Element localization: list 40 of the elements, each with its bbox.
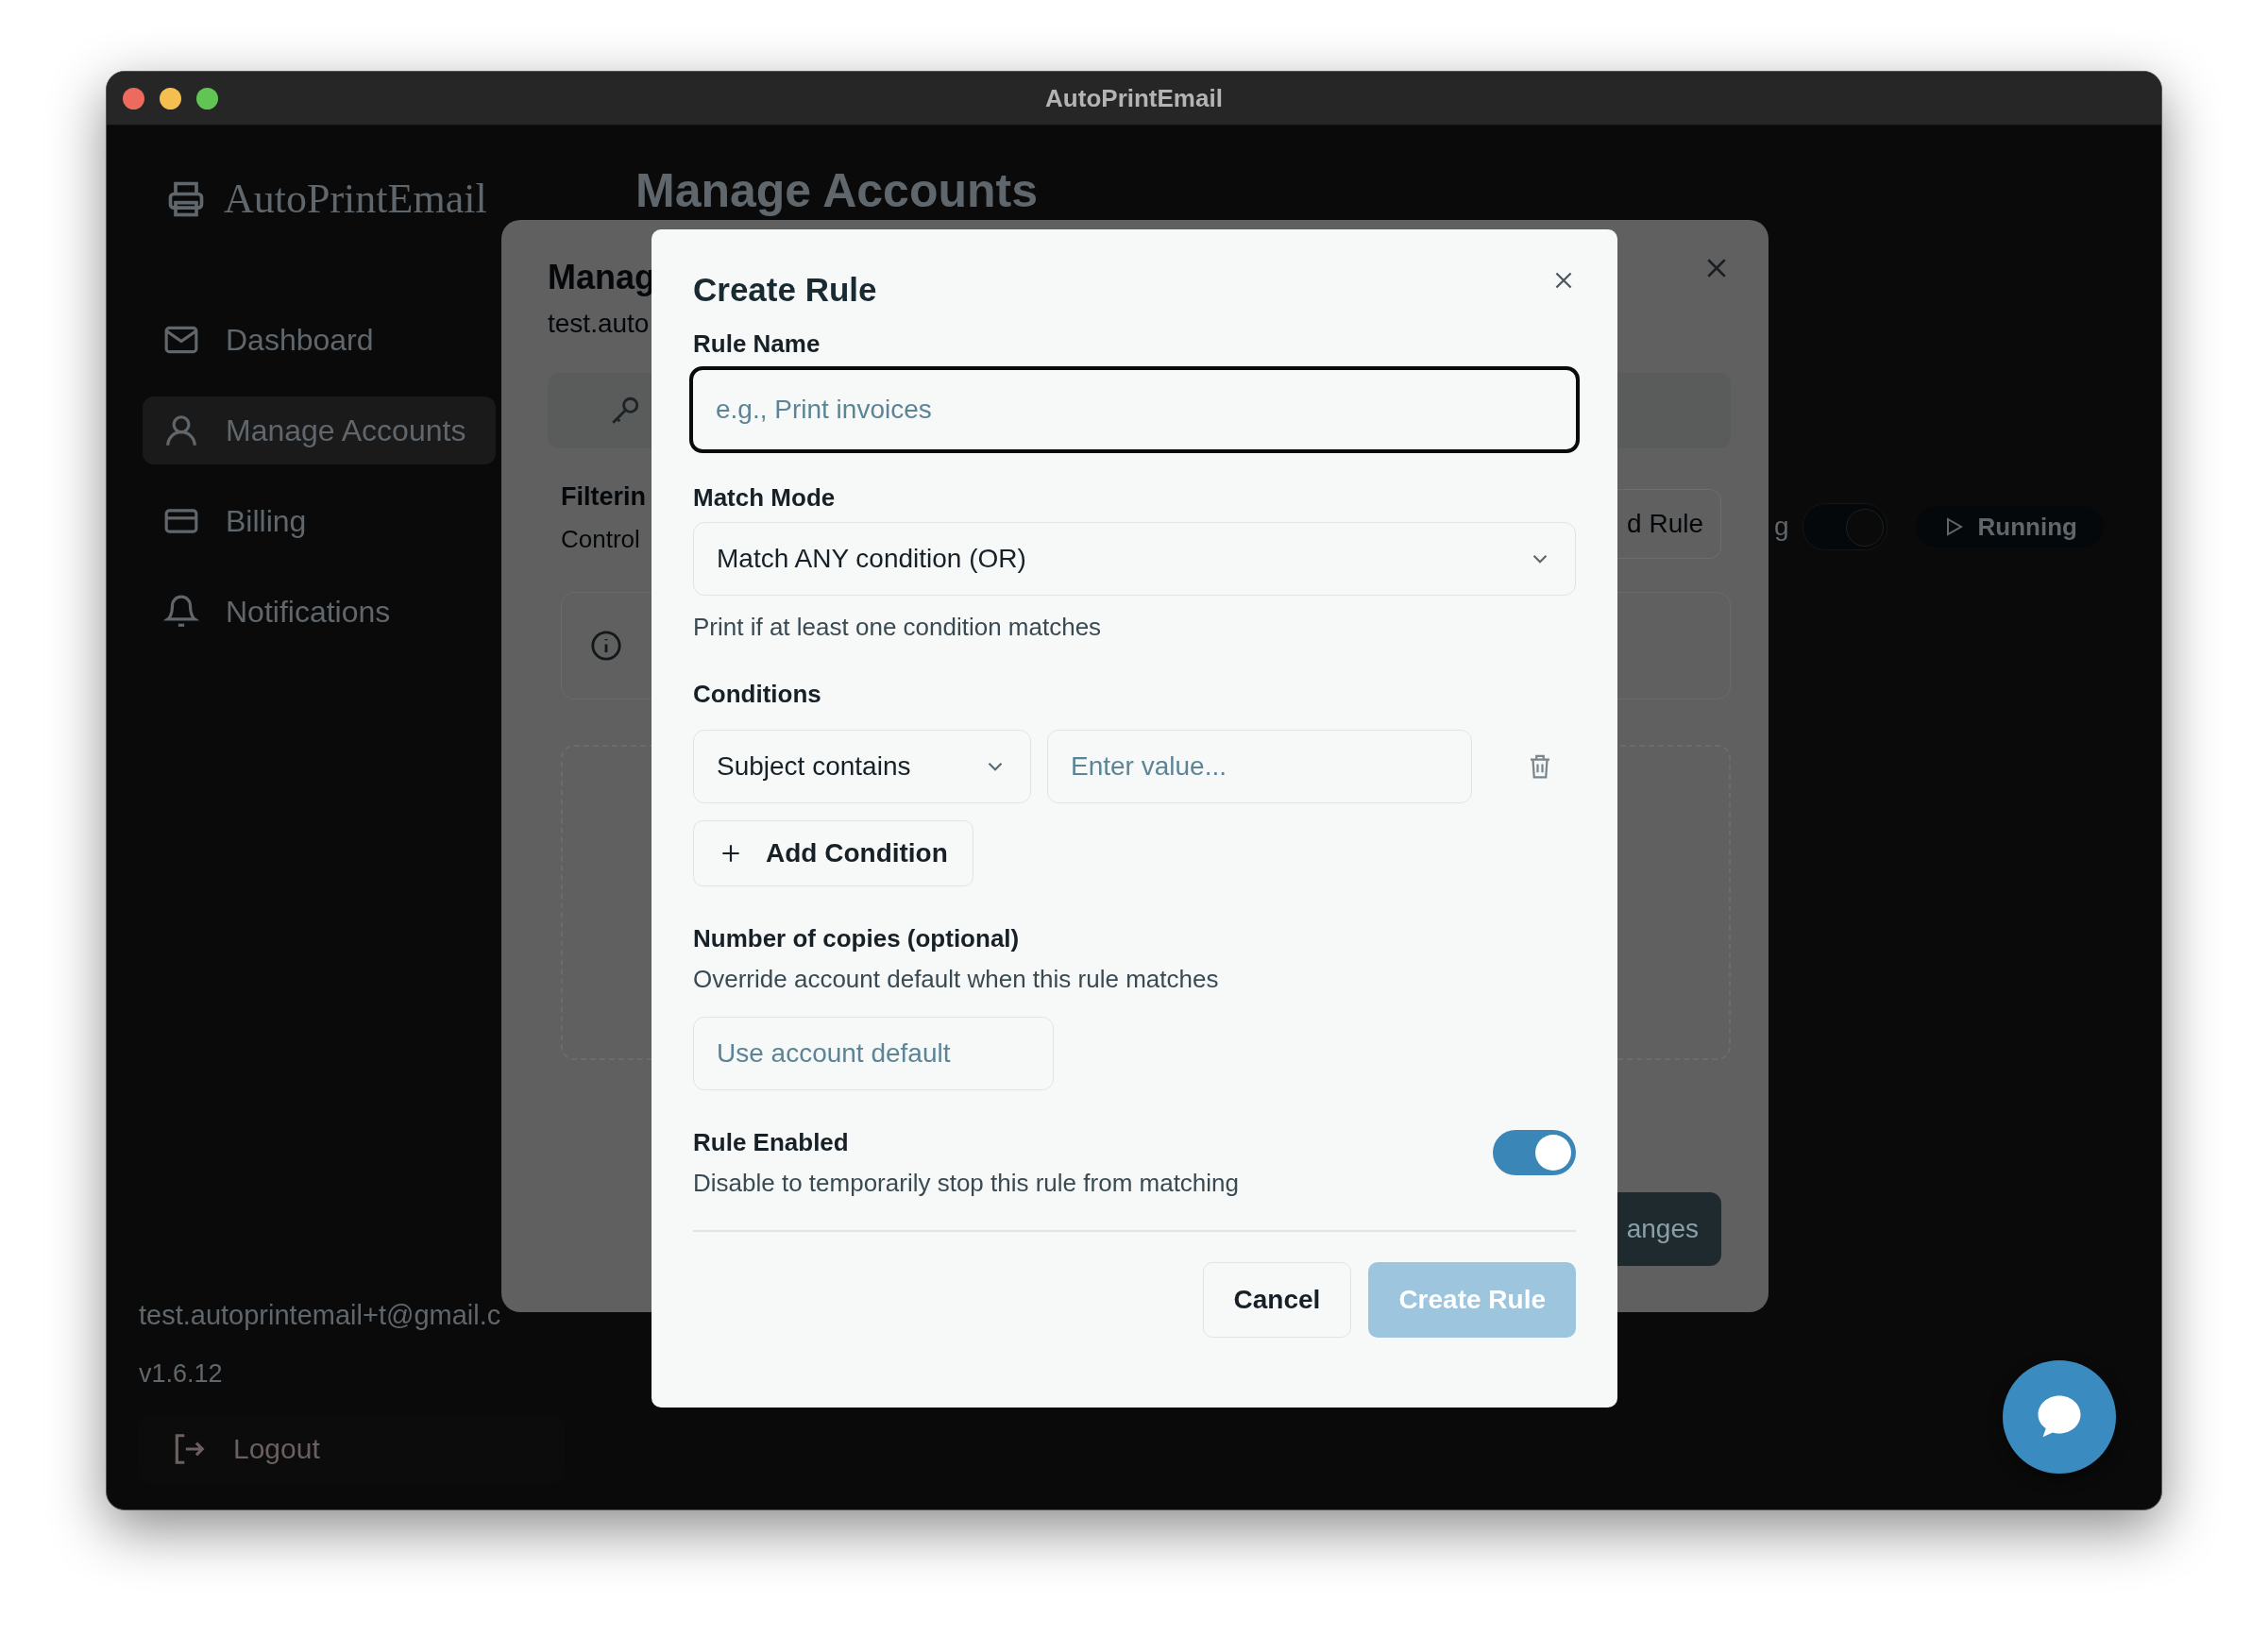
close-window-button[interactable] — [123, 88, 144, 110]
condition-field-dropdown[interactable]: Subject contains — [693, 730, 1031, 803]
zoom-window-button[interactable] — [196, 88, 218, 110]
monitoring-toggle[interactable] — [1802, 503, 1887, 550]
add-condition-button[interactable]: Add Condition — [693, 820, 973, 886]
version-label: v1.6.12 — [139, 1359, 223, 1389]
bell-icon — [163, 594, 199, 630]
status-label: g — [1774, 512, 1789, 542]
condition-value-field[interactable]: Enter value... — [1047, 730, 1472, 803]
copies-field[interactable]: Use account default — [693, 1017, 1054, 1090]
field-hint: Override account default when this rule matches — [693, 965, 1220, 994]
dialog-subtitle: test.auto — [548, 309, 650, 339]
running-badge: Running — [1915, 506, 2104, 548]
rule-name-field[interactable]: e.g., Print invoices — [689, 366, 1580, 453]
window-title: AutoPrintEmail — [1045, 83, 1223, 113]
dialog-title: Create Rule — [693, 271, 877, 309]
field-label: Conditions — [693, 680, 822, 709]
sidebar-item[interactable]: Billing — [143, 487, 496, 555]
field-label: Number of copies (optional) — [693, 924, 1021, 953]
info-icon — [590, 630, 622, 662]
sidebar-item[interactable]: Notifications — [143, 578, 496, 646]
field-label: Rule Name — [693, 329, 821, 359]
field-hint: Disable to temporarily stop this rule from matching — [693, 1169, 1239, 1198]
field-hint: Print if at least one condition matches — [693, 613, 1103, 642]
section-description: Control — [561, 525, 640, 554]
rule-enabled-toggle[interactable] — [1493, 1130, 1576, 1175]
section-title: Filterin — [561, 482, 646, 512]
user-icon — [163, 413, 199, 448]
key-icon — [609, 395, 641, 427]
sidebar-item[interactable]: Dashboard — [143, 306, 496, 374]
field-label: Match Mode — [693, 483, 837, 513]
match-mode-dropdown[interactable]: Match ANY condition (OR) — [693, 522, 1576, 596]
dialog-title: Manag — [548, 258, 655, 297]
app-logo-text: AutoPrintEmail — [224, 175, 487, 223]
sidebar-item[interactable]: Manage Accounts — [143, 396, 496, 464]
user-email: test.autoprintemail+t@gmail.c — [139, 1300, 502, 1331]
cancel-button[interactable]: Cancel — [1202, 1261, 1352, 1338]
field-label: Rule Enabled — [693, 1128, 850, 1157]
page-title: Manage Accounts — [635, 164, 1038, 217]
minimize-window-button[interactable] — [160, 88, 181, 110]
